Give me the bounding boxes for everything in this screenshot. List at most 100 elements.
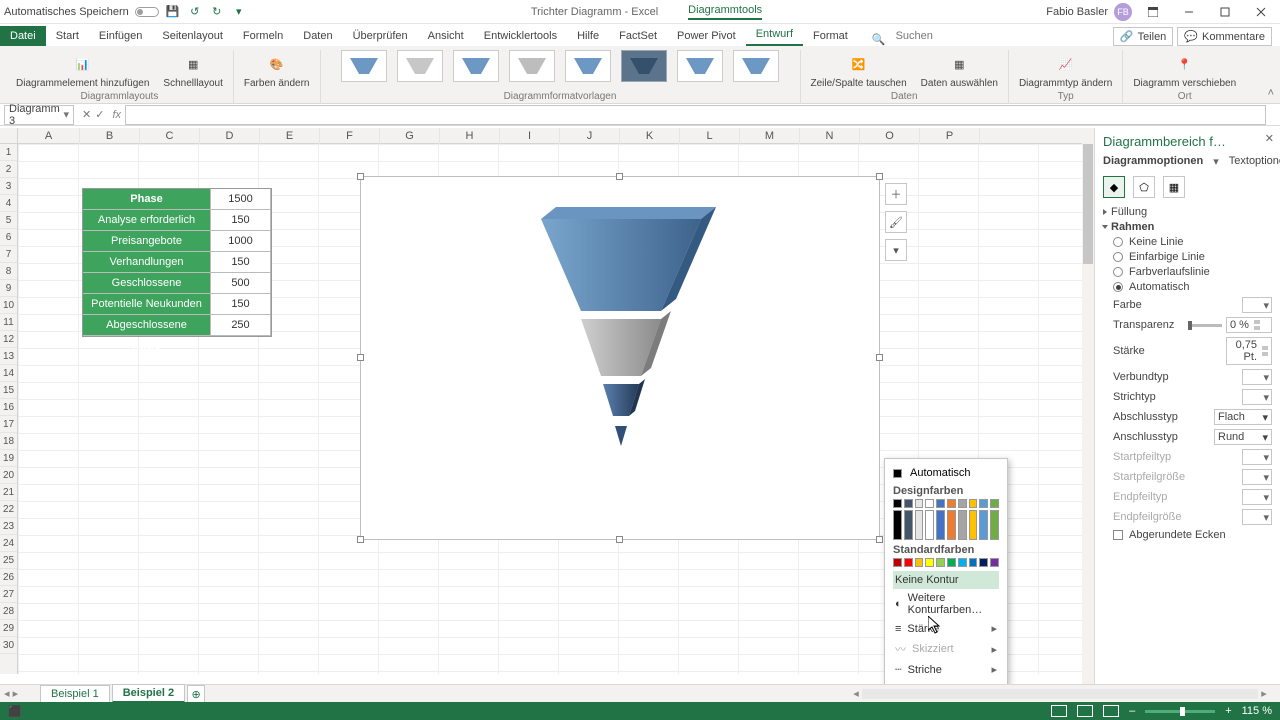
col-header[interactable]: O [860,128,920,144]
chart-style-5[interactable] [565,50,611,82]
join-type-select[interactable]: Rund▾ [1214,429,1272,445]
table-row-value[interactable]: 1000 [211,231,271,252]
window-close-icon[interactable] [1246,2,1276,22]
opt-no-line[interactable]: Keine Linie [1113,236,1272,248]
border-color-picker[interactable]: ▾ [1242,297,1272,313]
table-row-value[interactable]: 150 [211,210,271,231]
resize-handle[interactable] [357,536,364,543]
undo-icon[interactable]: ↺ [187,4,203,20]
col-header[interactable]: F [320,128,380,144]
row-header[interactable]: 5 [0,212,17,229]
col-header[interactable]: J [560,128,620,144]
column-headers[interactable]: ABCDEFGHIJKLMNOP [18,128,1082,144]
color-swatch[interactable] [915,510,924,540]
color-swatch[interactable] [947,499,956,508]
resize-handle[interactable] [876,536,883,543]
border-width-input[interactable]: 0,75 Pt. [1226,337,1272,365]
transparency-input[interactable]: 0 % [1226,317,1272,333]
row-header[interactable]: 10 [0,297,17,314]
zoom-level[interactable]: 115 % [1242,705,1272,717]
row-header[interactable]: 18 [0,433,17,450]
row-header[interactable]: 15 [0,382,17,399]
redo-icon[interactable]: ↻ [209,4,225,20]
col-header[interactable]: M [740,128,800,144]
color-swatch[interactable] [893,510,902,540]
color-swatch[interactable] [947,510,956,540]
col-header[interactable]: P [920,128,980,144]
pane-tab-chartoptions[interactable]: Diagrammoptionen [1103,155,1203,168]
fx-label-icon[interactable]: fx [108,109,125,121]
table-row-label[interactable]: Analyse erforderlich [83,210,211,231]
switch-row-col-button[interactable]: 🔀Zeile/Spalte tauschen [809,50,909,91]
color-swatch[interactable] [925,558,934,567]
page-break-view-icon[interactable] [1103,705,1119,717]
auto-color-item[interactable]: Automatisch [910,467,971,479]
tell-me-search[interactable]: Suchen [886,26,943,46]
col-header[interactable]: I [500,128,560,144]
select-all-corner[interactable] [0,128,18,144]
row-headers[interactable]: 1234567891011121314151617181920212223242… [0,144,18,674]
col-header[interactable]: E [260,128,320,144]
name-box[interactable]: Diagramm 3 ▾ [4,105,74,125]
row-header[interactable]: 9 [0,280,17,297]
chart-object[interactable]: ＋ 🖌 ▾ [360,176,880,540]
comments-button[interactable]: 💬Kommentare [1177,27,1272,46]
page-layout-view-icon[interactable] [1077,705,1093,717]
table-row-label[interactable]: Verhandlungen [83,252,211,273]
row-header[interactable]: 12 [0,331,17,348]
resize-handle[interactable] [616,536,623,543]
color-swatch[interactable] [904,499,913,508]
tab-developer[interactable]: Entwicklertools [474,26,567,46]
tab-powerpivot[interactable]: Power Pivot [667,26,746,46]
normal-view-icon[interactable] [1051,705,1067,717]
row-header[interactable]: 14 [0,365,17,382]
color-swatch[interactable] [904,510,913,540]
chart-style-2[interactable] [397,50,443,82]
resize-handle[interactable] [357,354,364,361]
color-swatch[interactable] [979,499,988,508]
standard-swatch-row[interactable] [893,558,999,567]
chart-style-7[interactable] [677,50,723,82]
color-swatch[interactable] [904,558,913,567]
account-name[interactable]: Fabio Basler [1046,6,1108,18]
opt-automatic[interactable]: Automatisch [1113,281,1272,293]
row-header[interactable]: 24 [0,535,17,552]
change-colors-button[interactable]: 🎨Farben ändern [242,50,312,91]
col-header[interactable]: H [440,128,500,144]
zoom-slider[interactable] [1145,710,1215,713]
table-row-label[interactable]: Abgeschlossene Käufe [83,315,211,336]
sheet-tab-2[interactable]: Beispiel 2 [112,684,185,703]
tab-formulas[interactable]: Formeln [233,26,293,46]
name-box-dropdown-icon[interactable]: ▾ [63,108,69,121]
color-swatch[interactable] [979,558,988,567]
color-swatch[interactable] [936,558,945,567]
row-header[interactable]: 23 [0,518,17,535]
row-header[interactable]: 20 [0,467,17,484]
confirm-edit-icon[interactable]: ✓ [95,108,104,121]
formula-input[interactable] [125,105,1266,125]
opt-gradient-line[interactable]: Farbverlaufslinie [1113,266,1272,278]
cancel-edit-icon[interactable]: ✕ [82,108,91,121]
collapse-ribbon-icon[interactable]: ˄ [1268,87,1274,99]
opt-solid-line[interactable]: Einfarbige Linie [1113,251,1272,263]
color-swatch[interactable] [979,510,988,540]
no-outline-item[interactable]: Keine Kontur [893,571,999,589]
select-data-button[interactable]: ▦Daten auswählen [919,50,1000,91]
col-header[interactable]: D [200,128,260,144]
change-chart-type-button[interactable]: 📈Diagrammtyp ändern [1017,50,1114,91]
theme-tints[interactable] [893,510,999,540]
sheet-nav-arrows[interactable]: ◂ ▸ [4,687,18,700]
tab-start[interactable]: Start [46,26,89,46]
row-header[interactable]: 21 [0,484,17,501]
table-row-label[interactable]: Potentielle Neukunden [83,294,211,315]
add-sheet-button[interactable]: ⊕ [187,685,205,703]
resize-handle[interactable] [876,173,883,180]
color-swatch[interactable] [990,510,999,540]
pane-fill-line-icon[interactable]: ◆ [1103,176,1125,198]
row-header[interactable]: 28 [0,603,17,620]
dashes-item[interactable]: ┄Striche▸ [893,660,999,679]
chart-filter-button[interactable]: ▾ [885,239,907,261]
window-minimize-icon[interactable] [1174,2,1204,22]
color-swatch[interactable] [947,558,956,567]
row-header[interactable]: 7 [0,246,17,263]
